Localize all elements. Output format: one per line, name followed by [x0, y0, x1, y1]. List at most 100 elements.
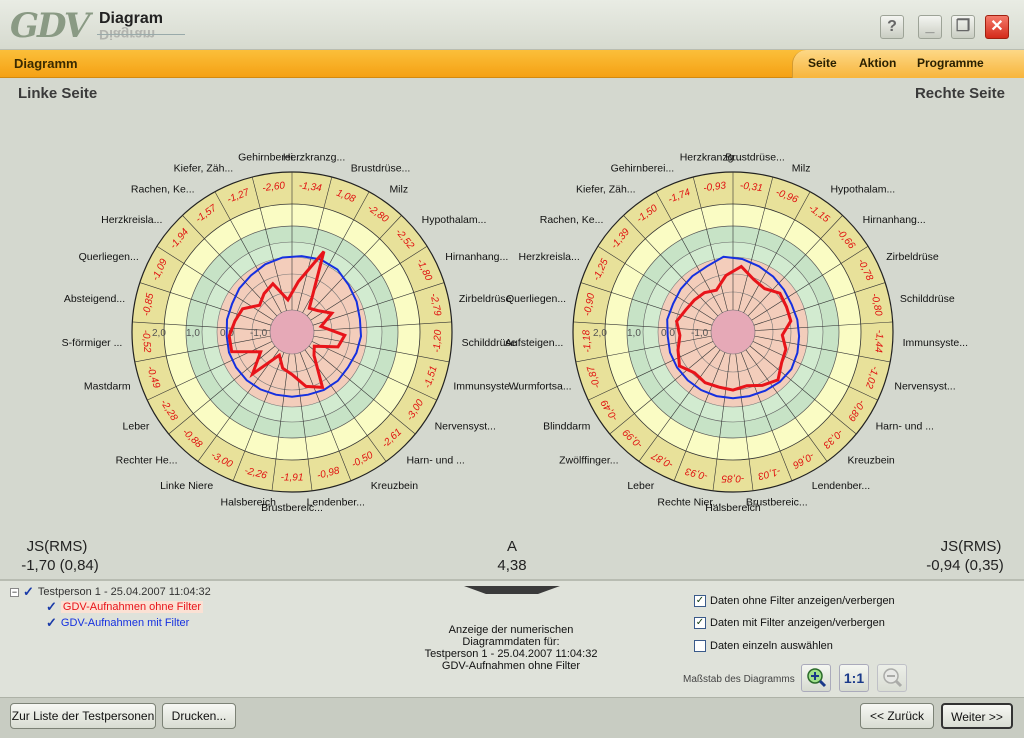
info-line: GDV-Aufnahmen ohne Filter — [441, 660, 581, 672]
sector-name-label: Hirnanhang... — [445, 251, 508, 263]
sector-name-label: Rachen, Ke... — [540, 214, 604, 226]
sector-line — [692, 176, 728, 311]
zoom-reset-button[interactable]: 1:1 — [839, 664, 869, 692]
sector-value-label: -1,03 — [756, 465, 781, 481]
sector-name-label: Hirnanhang... — [863, 214, 926, 226]
menu-item-programme[interactable]: Programme — [917, 56, 984, 70]
sector-line — [306, 215, 402, 317]
tree-item-with-filter[interactable]: ✓ GDV-Aufnahmen mit Filter — [46, 615, 189, 631]
print-button[interactable]: Drucken... — [162, 703, 236, 729]
left-stat-value: -1,70 (0,84) — [21, 557, 99, 574]
series-with-filter-line — [225, 255, 363, 398]
green-ring — [642, 241, 824, 423]
app-logo: GDV — [10, 6, 90, 46]
sector-value-label: -2,28 — [158, 398, 180, 424]
restore-button[interactable]: ❐ — [951, 15, 975, 39]
sector-line — [297, 176, 333, 311]
sector-value-label: -0,98 — [316, 465, 341, 481]
sector-name-label: Rechte Nier... — [657, 496, 721, 508]
sector-value-label: -0,87 — [585, 364, 603, 389]
sector-line — [743, 191, 811, 313]
tree-root[interactable]: − ✓ Testperson 1 - 25.04.2007 11:04:32 — [10, 584, 211, 600]
help-button[interactable]: ? — [880, 15, 904, 39]
sector-value-label: -2,52 — [393, 227, 416, 252]
sector-name-label: Rechter He... — [116, 454, 178, 466]
menu-bar-title: Diagramm — [14, 56, 78, 71]
outer-ring — [572, 171, 894, 493]
sector-name-label: Lendenber... — [812, 480, 870, 492]
ring-tick-label: -1,0 — [691, 328, 709, 339]
grid-ring — [674, 273, 792, 391]
sector-value-label: -2,60 — [262, 180, 286, 194]
sector-line — [588, 341, 714, 401]
grid-ring — [692, 291, 774, 373]
sector-name-label: Aufsteigen... — [505, 337, 563, 349]
sector-value-label: -0,88 — [180, 427, 204, 451]
sector-name-label: Schilddrüse — [900, 293, 955, 305]
sector-value-label: -1,09 — [150, 257, 170, 283]
menu-item-seite[interactable]: Seite — [808, 56, 837, 70]
sector-line — [745, 349, 828, 462]
sector-line — [738, 176, 774, 311]
info-line: Anzeige der numerischen — [448, 624, 574, 636]
sector-value-label: -1,50 — [635, 203, 660, 226]
right-side-title: Rechte Seite — [914, 85, 1005, 102]
sector-value-label: -1,18 — [581, 329, 593, 353]
sector-name-label: Mastdarm — [84, 380, 131, 392]
sector-value-label: -1,39 — [609, 226, 632, 251]
sector-name-label: Brustdrüse... — [351, 162, 411, 174]
toggle-without-filter[interactable]: ✓ Daten ohne Filter anzeigen/verbergen — [694, 595, 895, 607]
sector-line — [752, 341, 878, 401]
sector-line — [214, 191, 282, 313]
sector-line — [609, 345, 717, 435]
sector-name-label: Nervensyst... — [435, 420, 496, 432]
sector-name-label: Leber — [123, 420, 150, 432]
checkbox-unchecked-icon[interactable] — [694, 640, 706, 652]
sector-value-label: -0,99 — [621, 426, 645, 450]
sector-line — [302, 191, 370, 313]
zoom-out-button[interactable] — [877, 664, 907, 692]
sector-name-label: Blinddarm — [543, 420, 591, 432]
toggle-with-filter-label: Daten mit Filter anzeigen/verbergen — [710, 617, 885, 629]
sector-value-label: -0,49 — [144, 365, 162, 390]
center-disc — [269, 309, 315, 355]
back-button[interactable]: << Zurück — [860, 703, 934, 729]
checkbox-checked-icon[interactable]: ✓ — [694, 617, 706, 629]
sector-name-label: Hypothalam... — [422, 214, 487, 226]
menu-bar: Diagramm Seite Aktion Programme — [0, 50, 1024, 78]
collapse-icon[interactable]: − — [10, 587, 19, 597]
toggle-select-single[interactable]: Daten einzeln auswählen — [694, 640, 833, 652]
menu-item-aktion[interactable]: Aktion — [859, 56, 896, 70]
collapse-handle-icon[interactable] — [464, 586, 560, 594]
sector-name-label: Wurmfortsa... — [509, 380, 572, 392]
sector-name-label: Herzkreisla... — [101, 214, 162, 226]
toggle-with-filter[interactable]: ✓ Daten mit Filter anzeigen/verbergen — [694, 617, 885, 629]
info-line: Diagrammdaten für: — [462, 636, 560, 648]
next-button[interactable]: Weiter >> — [941, 703, 1013, 729]
app-logo-word: Diagram — [99, 10, 164, 27]
minimize-button[interactable]: _ — [918, 15, 942, 39]
patient-list-button[interactable]: Zur Liste der Testpersonen — [10, 703, 156, 729]
sector-name-label: Rachen, Ke... — [131, 184, 195, 196]
checkbox-checked-icon[interactable]: ✓ — [694, 595, 706, 607]
ring-tick-label: 2,0 — [152, 328, 166, 339]
sector-value-label: -0,66 — [790, 450, 816, 471]
series-with-filter-line — [666, 255, 801, 400]
dark-green-ring — [626, 225, 840, 439]
sector-name-label: Kiefer, Zäh... — [174, 162, 234, 174]
center-stat-label: A — [506, 538, 517, 555]
sector-value-label: -1,51 — [422, 365, 440, 390]
sector-name-label: Querliegen... — [506, 293, 566, 305]
sector-line — [134, 335, 271, 363]
sector-name-label: Kreuzbein — [371, 480, 418, 492]
toggle-without-filter-label: Daten ohne Filter anzeigen/verbergen — [710, 595, 895, 607]
sector-value-label: -0,85 — [141, 292, 156, 317]
sector-line — [575, 335, 712, 363]
tree-item-without-filter[interactable]: ✓ GDV-Aufnahmen ohne Filter — [46, 599, 204, 615]
sector-value-label: -0,31 — [739, 180, 763, 194]
close-button[interactable]: ✕ — [985, 15, 1009, 39]
sector-value-label: -0,85 — [721, 472, 744, 483]
sector-value-label: -1,94 — [168, 226, 191, 251]
zoom-in-button[interactable] — [801, 664, 831, 692]
checkmark-icon: ✓ — [46, 615, 57, 630]
